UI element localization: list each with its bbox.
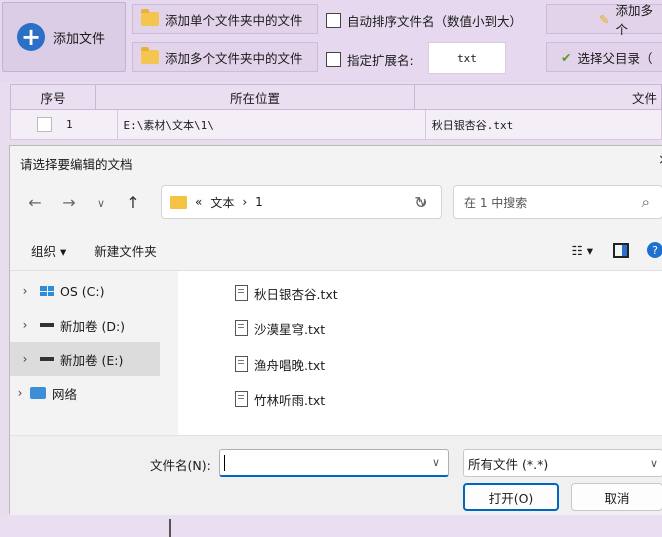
navigation-pane: › OS (C:) › 新加卷 (D:) › 新加卷 (E:) › 网络 (10, 271, 177, 537)
table-row[interactable]: 1 E:\素材\文本\1\ 秋日银杏谷.txt (10, 110, 662, 140)
chevron-down-icon[interactable]: ∨ (650, 457, 658, 470)
forward-icon[interactable]: → (58, 191, 80, 213)
scrollbar-thumb[interactable] (169, 519, 171, 537)
list-item[interactable]: 渔舟唱晚.txt (235, 350, 325, 378)
back-icon[interactable]: ← (24, 191, 46, 213)
drive-icon (40, 357, 54, 361)
file-type-value: 所有文件 (*.*) (468, 456, 549, 472)
open-button[interactable]: 打开(O) (463, 483, 559, 511)
choose-parent-label: 选择父目录（ (577, 50, 653, 66)
windows-drive-icon (40, 286, 54, 296)
nav-item-label: 新加卷 (D:) (60, 318, 126, 334)
add-file-label: 添加文件 (53, 31, 106, 47)
search-icon[interactable]: ⌕ (642, 193, 650, 211)
open-file-dialog: 请选择要编辑的文档 × ← → ∨ ↑ « 文本 › 1 ∨ ↻ 在 1 中搜索… (9, 145, 662, 537)
checkbox-box[interactable] (326, 52, 341, 67)
file-list: 秋日银杏谷.txt 沙漠星穹.txt 渔舟唱晚.txt 竹林听雨.txt (178, 271, 662, 435)
new-folder-button[interactable]: 新建文件夹 (94, 241, 157, 260)
pencil-icon: ✎ (599, 11, 610, 27)
folder-icon (141, 9, 159, 26)
breadcrumb-folder[interactable]: 文本 (210, 194, 234, 211)
text-caret (224, 454, 225, 471)
chevron-right-icon[interactable]: › (10, 318, 40, 332)
table-header: 序号 所在位置 文件 (10, 84, 662, 110)
file-name: 沙漠星穹.txt (254, 321, 326, 337)
nav-item-os-c[interactable]: › OS (C:) (10, 274, 160, 308)
address-bar[interactable]: « 文本 › 1 ∨ (161, 185, 442, 219)
network-icon (30, 387, 46, 399)
breadcrumb-current[interactable]: 1 (255, 195, 263, 209)
header-location[interactable]: 所在位置 (96, 85, 415, 109)
nav-item-label: OS (C:) (60, 283, 105, 299)
breadcrumb-separator[interactable]: › (242, 195, 247, 209)
add-single-folder-button[interactable]: 添加单个文件夹中的文件 (132, 4, 318, 34)
file-type-select[interactable]: 所有文件 (*.*) ∨ (463, 449, 662, 477)
search-placeholder: 在 1 中搜索 (464, 195, 528, 210)
add-multi-right-button[interactable]: ✎ 添加多个 (546, 3, 662, 37)
header-index[interactable]: 序号 (11, 85, 96, 109)
add-multi-folder-label: 添加多个文件夹中的文件 (165, 50, 303, 66)
add-multi-right-label: 添加多个 (615, 3, 653, 37)
close-icon[interactable]: × (658, 152, 662, 168)
nav-item-drive-d[interactable]: › 新加卷 (D:) (10, 308, 160, 342)
specify-ext-label: 指定扩展名: (347, 53, 414, 68)
add-multi-folder-button[interactable]: 添加多个文件夹中的文件 (132, 42, 318, 72)
nav-item-label: 新加卷 (E:) (60, 352, 124, 368)
list-item[interactable]: 秋日银杏谷.txt (235, 279, 338, 307)
check-shield-icon: ✔ (561, 49, 572, 65)
add-file-button[interactable]: + 添加文件 (2, 2, 126, 72)
path-overflow[interactable]: « (195, 195, 202, 209)
specify-ext-checkbox[interactable]: 指定扩展名: (326, 50, 414, 69)
folder-icon (141, 47, 159, 64)
row-file: 秋日银杏谷.txt (431, 118, 514, 132)
row-location: E:\素材\文本\1\ (118, 110, 426, 139)
auto-sort-label: 自动排序文件名（数值小到大） (347, 14, 523, 29)
search-input[interactable]: 在 1 中搜索 ⌕ (453, 185, 662, 219)
filename-label: 文件名(N): (150, 458, 211, 473)
checkbox-box[interactable] (326, 13, 341, 28)
row-checkbox[interactable] (37, 117, 52, 132)
choose-parent-button[interactable]: ✔ 选择父目录（ (546, 42, 662, 72)
folder-icon (170, 195, 187, 209)
nav-item-label: 网络 (52, 386, 78, 402)
dialog-footer: 文件名(N): ∨ 所有文件 (*.*) ∨ 打开(O) 取消 (10, 435, 662, 515)
list-item[interactable]: 沙漠星穹.txt (235, 314, 325, 342)
up-icon[interactable]: ↑ (122, 191, 144, 213)
header-file[interactable]: 文件 (415, 85, 661, 109)
chevron-down-icon[interactable]: ∨ (432, 456, 440, 469)
filename-input[interactable]: ∨ (219, 449, 449, 477)
text-file-icon (235, 285, 248, 301)
row-index: 1 (66, 118, 73, 131)
add-single-folder-label: 添加单个文件夹中的文件 (165, 12, 303, 28)
text-file-icon (235, 356, 248, 372)
nav-item-network[interactable]: › 网络 (10, 376, 160, 410)
organize-menu[interactable]: 组织 ▾ (31, 241, 66, 260)
extension-input[interactable]: txt (428, 42, 506, 74)
file-name: 渔舟唱晚.txt (254, 357, 326, 373)
dialog-title: 请选择要编辑的文档 (20, 157, 133, 172)
help-icon[interactable]: ? (647, 242, 662, 258)
file-name: 竹林听雨.txt (254, 392, 326, 408)
nav-item-drive-e[interactable]: › 新加卷 (E:) (10, 342, 160, 376)
drive-icon (40, 323, 54, 327)
preview-pane-icon[interactable] (613, 242, 629, 258)
auto-sort-checkbox[interactable]: 自动排序文件名（数值小到大） (326, 11, 522, 30)
cancel-button[interactable]: 取消 (571, 483, 662, 511)
chevron-right-icon[interactable]: › (10, 352, 40, 366)
view-options-icon[interactable]: ☷ ▾ (572, 243, 593, 258)
list-item[interactable]: 竹林听雨.txt (235, 385, 325, 413)
chevron-right-icon[interactable]: › (10, 386, 30, 400)
text-file-icon (235, 320, 248, 336)
chevron-right-icon[interactable]: › (10, 284, 40, 298)
plus-icon: + (17, 23, 45, 51)
extension-value: txt (457, 51, 477, 65)
refresh-icon[interactable]: ↻ (410, 191, 432, 213)
file-name: 秋日银杏谷.txt (254, 286, 338, 302)
row-index-cell: 1 (11, 110, 118, 139)
text-file-icon (235, 391, 248, 407)
recent-locations-icon[interactable]: ∨ (90, 192, 112, 214)
command-bar: 组织 ▾ 新建文件夹 ☷ ▾ ? (10, 230, 662, 270)
